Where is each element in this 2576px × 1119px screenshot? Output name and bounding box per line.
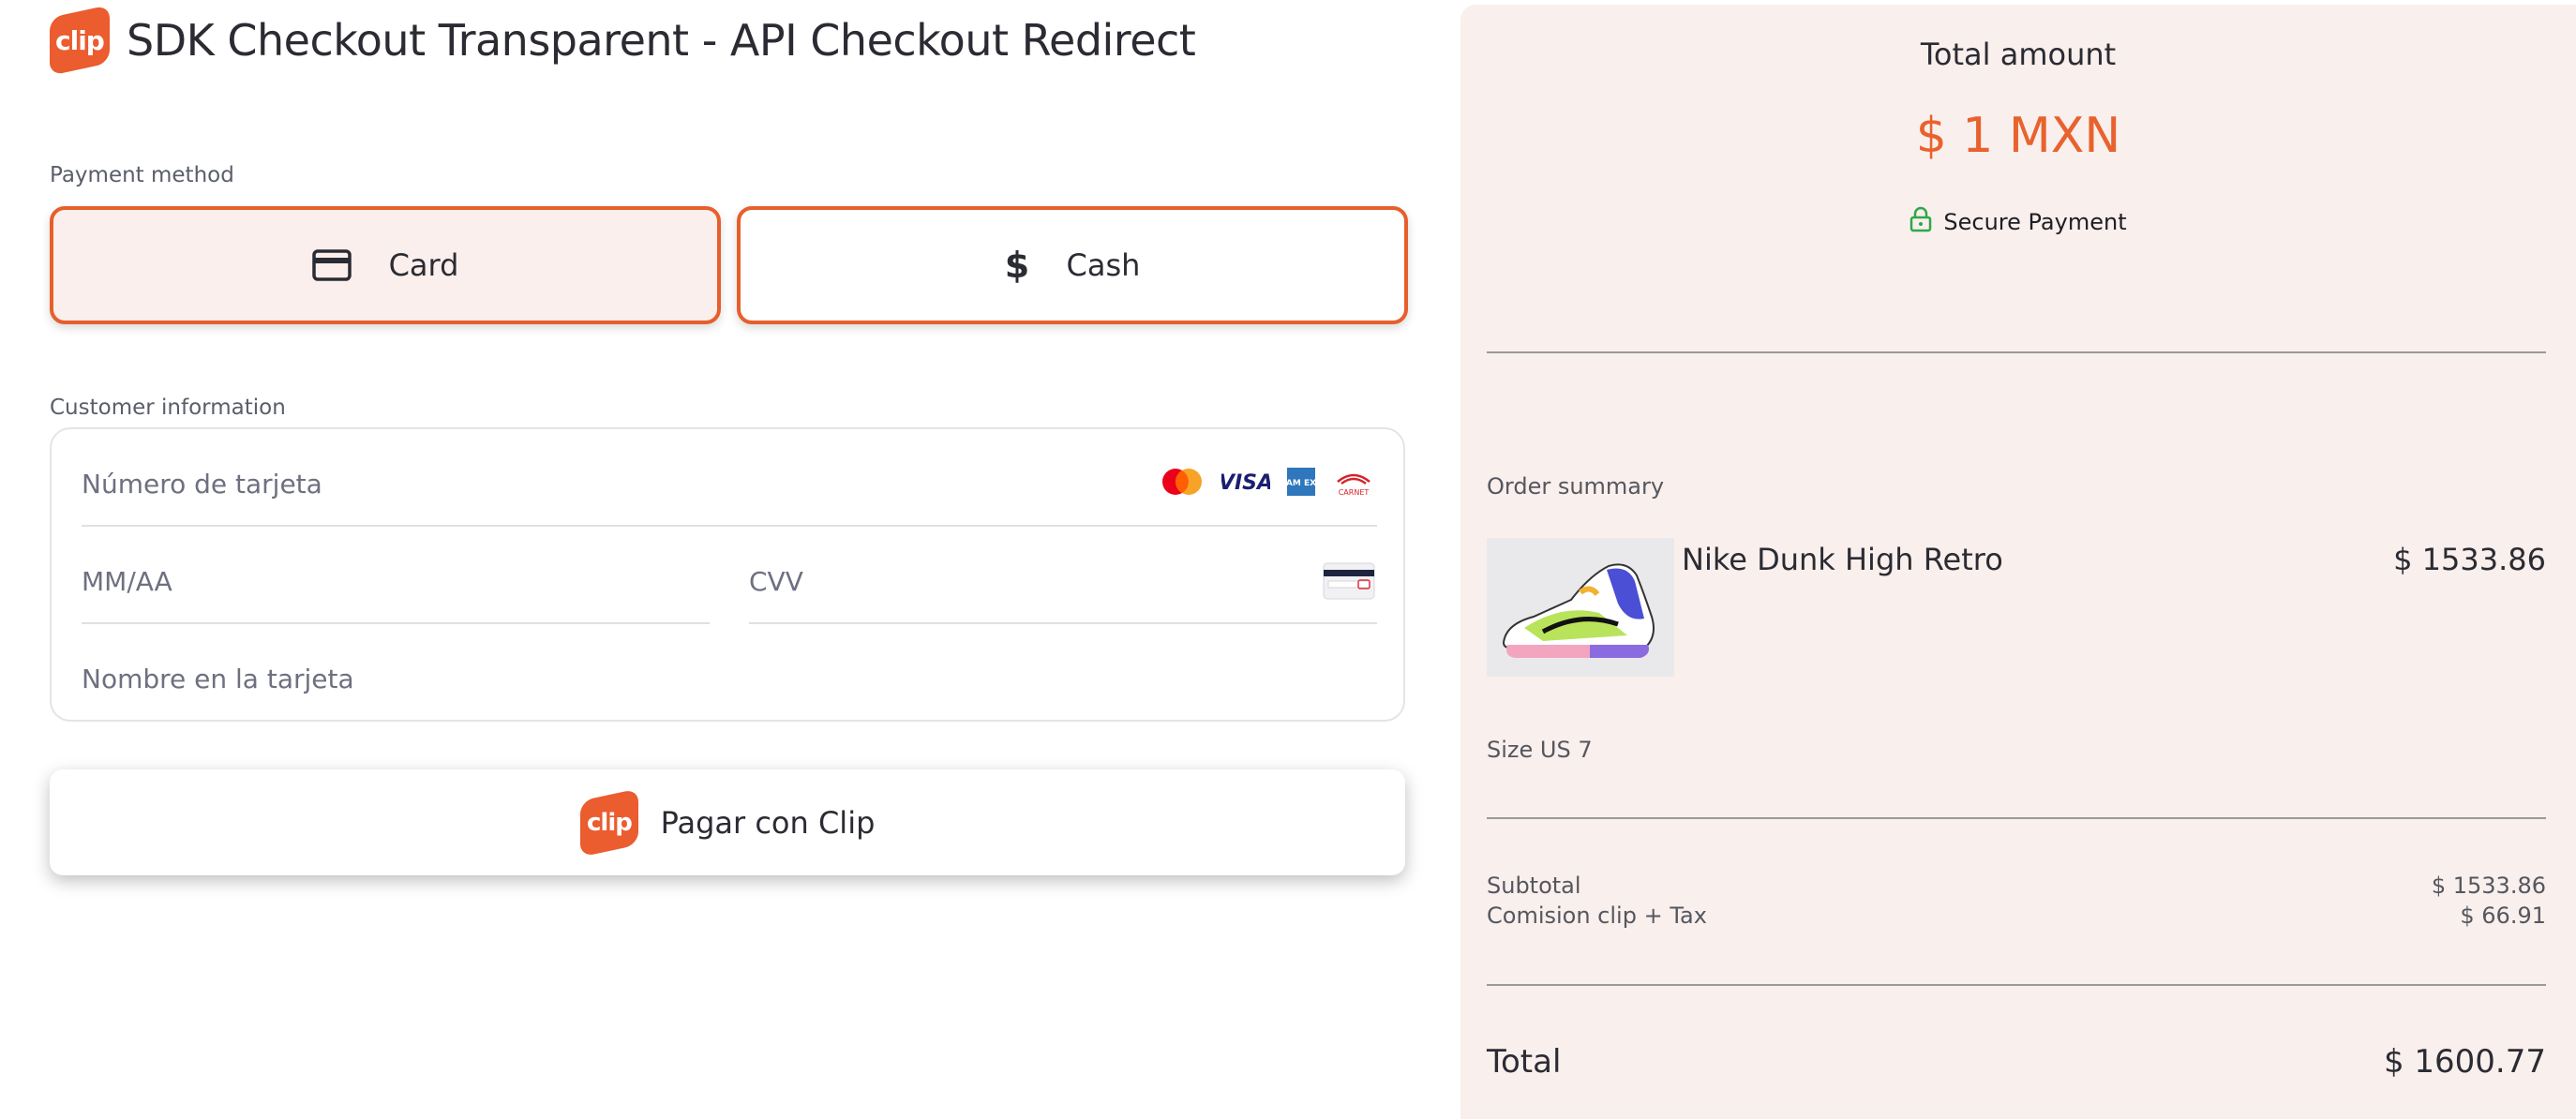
divider <box>1487 817 2546 819</box>
card-brand-logos: VISA AM EX CARNET <box>1160 467 1375 500</box>
total-amount-value: $ 1 MXN <box>1915 108 2121 164</box>
svg-text:$: $ <box>1005 246 1029 284</box>
lock-icon <box>1910 206 1943 238</box>
page-title: SDK Checkout Transparent - API Checkout … <box>127 15 1196 66</box>
order-summary-label: Order summary <box>1487 473 1665 500</box>
carnet-icon: CARNET <box>1332 467 1375 500</box>
cardholder-name-field[interactable]: Nombre en la tarjeta <box>82 664 354 694</box>
credit-card-icon <box>311 249 352 281</box>
divider <box>1487 351 2546 353</box>
expiry-field[interactable]: MM/AA <box>82 566 172 597</box>
total-amount-label: Total amount <box>1920 37 2117 72</box>
clip-logo: clip <box>50 5 110 76</box>
subtotal-value: $ 1533.86 <box>2431 873 2546 899</box>
cvv-field[interactable]: CVV <box>749 566 803 597</box>
cash-method-label: Cash <box>1066 247 1141 283</box>
secure-payment: Secure Payment <box>1460 206 2576 238</box>
pay-with-clip-button[interactable]: clip Pagar con Clip <box>50 769 1405 875</box>
fee-value: $ 66.91 <box>2460 903 2546 929</box>
svg-text:VISA: VISA <box>1221 471 1270 493</box>
cash-method-button[interactable]: $ Cash <box>737 206 1408 324</box>
product-image <box>1487 538 1674 677</box>
customer-info-label: Customer information <box>50 395 286 420</box>
divider <box>1487 984 2546 986</box>
mastercard-icon <box>1160 468 1205 500</box>
product-name: Nike Dunk High Retro <box>1682 542 2003 577</box>
payment-method-label: Payment method <box>50 163 234 187</box>
pay-button-label: Pagar con Clip <box>660 804 876 841</box>
secure-payment-label: Secure Payment <box>1943 209 2127 235</box>
svg-text:AM EX: AM EX <box>1287 479 1315 488</box>
fee-label: Comision clip + Tax <box>1487 903 1707 929</box>
svg-text:CARNET: CARNET <box>1339 488 1370 497</box>
expiry-underline <box>82 622 710 624</box>
cvv-card-icon <box>1323 562 1375 604</box>
amex-icon: AM EX <box>1286 468 1316 500</box>
subtotal-label: Subtotal <box>1487 873 1581 899</box>
total-label: Total <box>1487 1043 1562 1081</box>
fee-row: Comision clip + Tax $ 66.91 <box>1487 903 2546 929</box>
card-number-field[interactable]: Número de tarjeta <box>82 469 322 500</box>
card-number-underline <box>82 525 1377 527</box>
subtotal-row: Subtotal $ 1533.86 <box>1487 873 2546 899</box>
header: clip SDK Checkout Transparent - API Chec… <box>50 5 1196 76</box>
order-summary-panel: Total amount $ 1 MXN Secure Payment Orde… <box>1460 5 2576 1119</box>
product-size: Size US 7 <box>1487 737 1593 763</box>
cvv-underline <box>749 622 1377 624</box>
card-method-label: Card <box>388 247 459 283</box>
card-method-button[interactable]: Card <box>50 206 721 324</box>
visa-icon: VISA <box>1219 470 1273 497</box>
clip-logo: clip <box>579 787 638 858</box>
checkout-page: clip SDK Checkout Transparent - API Chec… <box>0 0 2576 1119</box>
product-price: $ 1533.86 <box>2393 542 2546 577</box>
dollar-icon: $ <box>1005 246 1029 284</box>
total-row: Total $ 1600.77 <box>1487 1043 2546 1081</box>
card-form: Número de tarjeta VISA AM EX <box>50 427 1405 722</box>
total-value: $ 1600.77 <box>2383 1043 2546 1081</box>
